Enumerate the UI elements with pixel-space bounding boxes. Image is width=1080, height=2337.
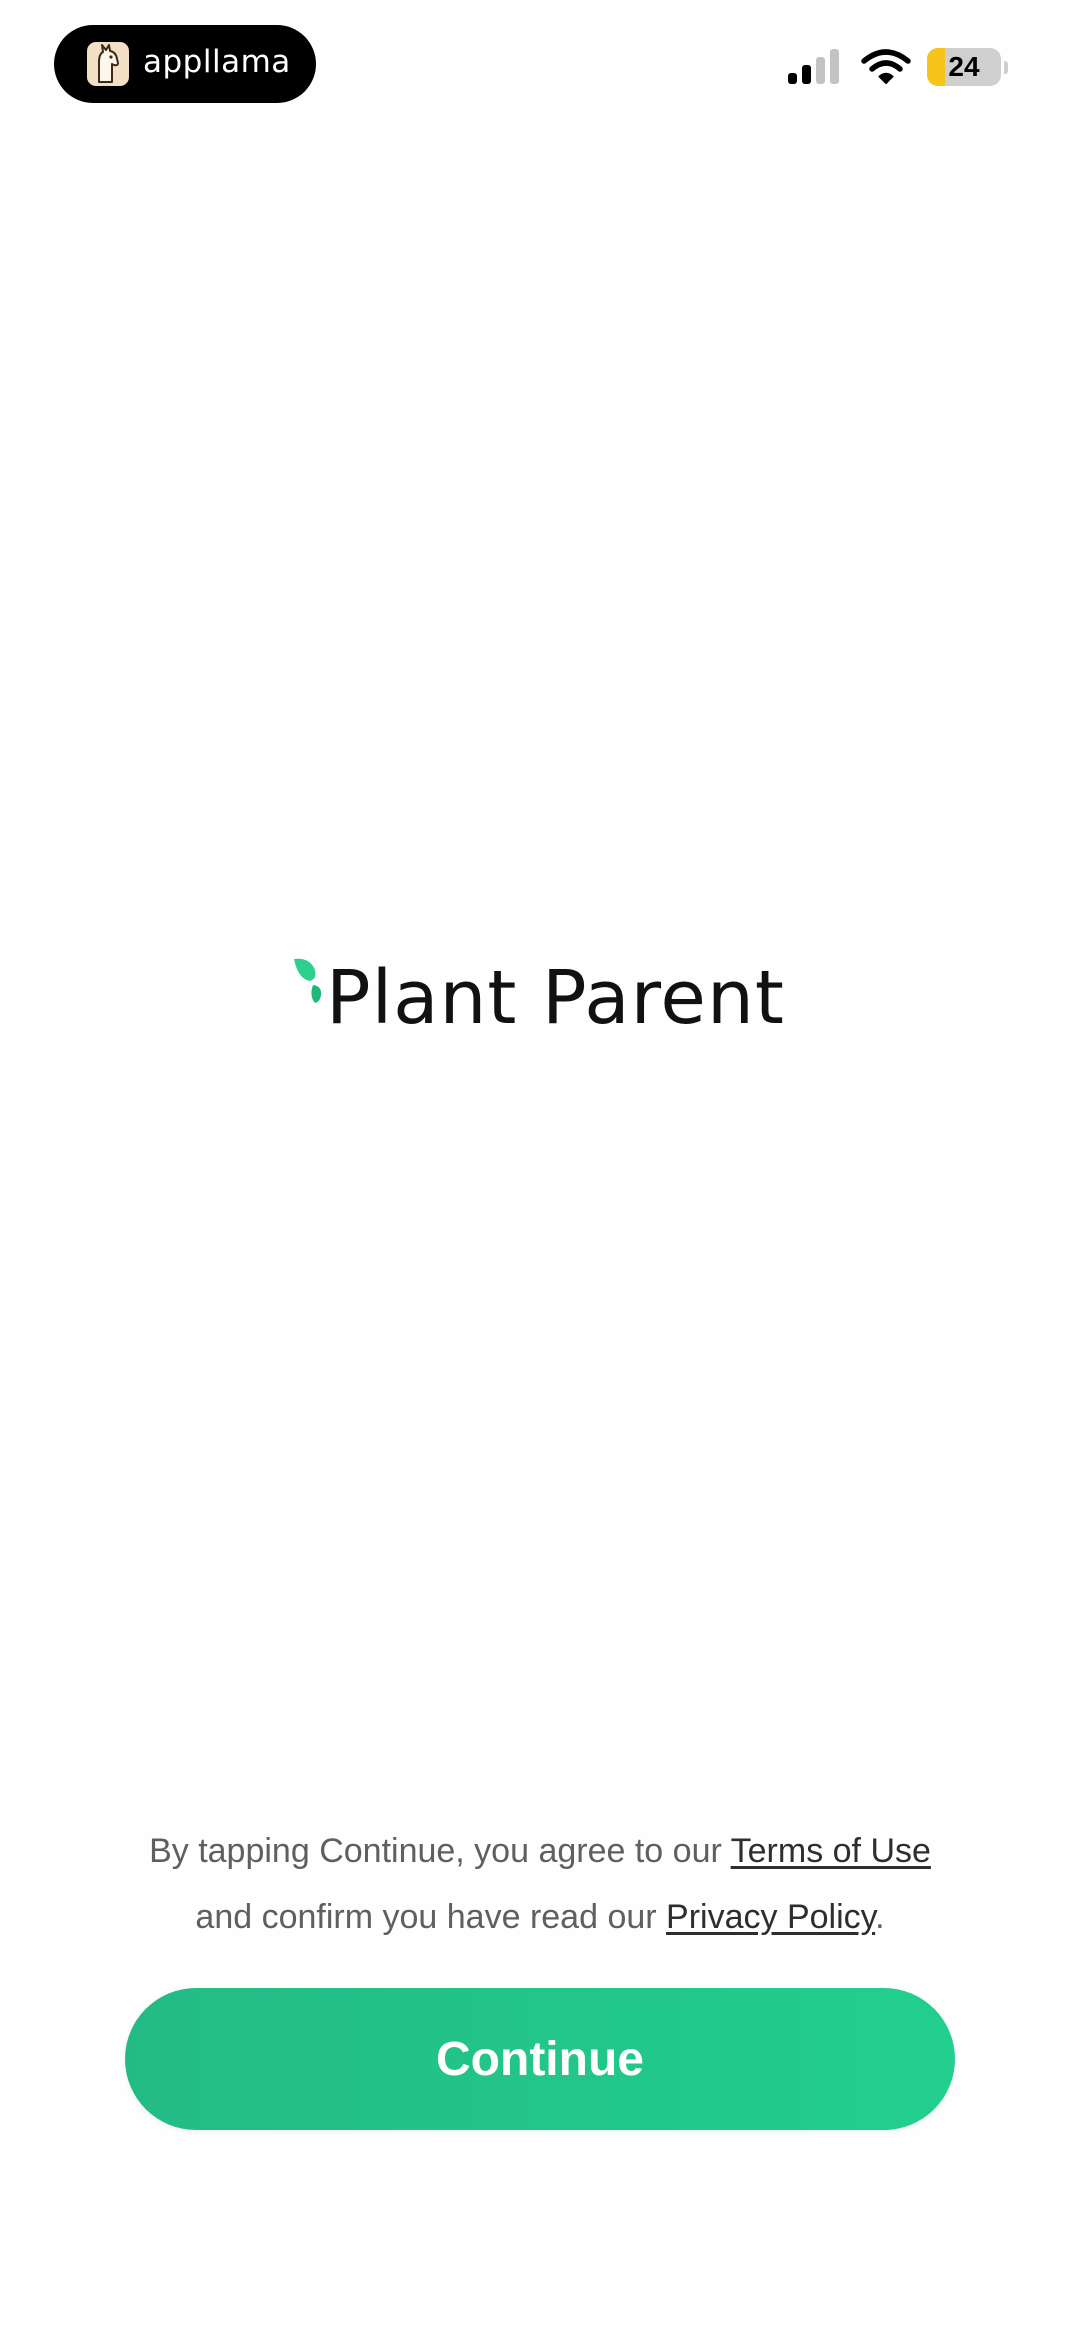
- consent-text: By tapping Continue, you agree to our Te…: [0, 1818, 1080, 1950]
- consent-period: .: [875, 1898, 885, 1936]
- logo-text: Plant Parent: [326, 955, 785, 1041]
- screen: appllama 24 Plant Parent By tapping Cont…: [0, 0, 1080, 2337]
- wifi-icon: [861, 49, 911, 84]
- leaf-icon: [294, 958, 322, 1003]
- battery-level: 24: [948, 51, 980, 82]
- llama-icon: [87, 42, 129, 86]
- status-bar: appllama 24: [0, 0, 1080, 130]
- status-icons: 24: [787, 48, 1008, 86]
- battery-cap: [1004, 60, 1008, 74]
- consent-line-2: and confirm you have read our Privacy Po…: [0, 1884, 1080, 1950]
- battery-icon: 24: [927, 48, 1001, 86]
- signal-icon: [788, 49, 839, 84]
- consent-confirm-text: and confirm you have read our: [195, 1898, 667, 1936]
- consent-line-1: By tapping Continue, you agree to our Te…: [0, 1818, 1080, 1884]
- app-name: appllama: [143, 44, 291, 80]
- app-logo: Plant Parent: [291, 955, 791, 1055]
- continue-button[interactable]: Continue: [125, 1988, 955, 2130]
- terms-of-use-link[interactable]: Terms of Use: [731, 1832, 931, 1870]
- privacy-policy-link[interactable]: Privacy Policy: [666, 1898, 875, 1936]
- app-pill[interactable]: appllama: [54, 25, 316, 103]
- consent-prefix: By tapping Continue, you agree to our: [149, 1832, 731, 1870]
